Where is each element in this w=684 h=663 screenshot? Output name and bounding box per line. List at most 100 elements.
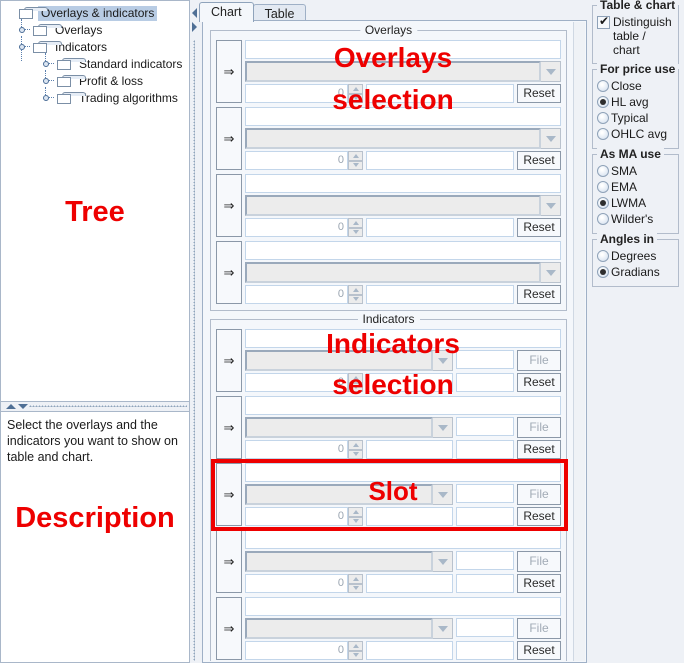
slot-apply-arrow-button[interactable]: ⇒ xyxy=(216,597,242,660)
slot-extra2-input[interactable] xyxy=(456,440,514,459)
radio-unselected-icon[interactable] xyxy=(597,181,609,193)
slot-parameter-input[interactable] xyxy=(366,440,453,459)
splitter-collapse-up-icon[interactable] xyxy=(6,404,16,409)
radio-unselected-icon[interactable] xyxy=(597,165,609,177)
spinner-down-icon[interactable] xyxy=(348,160,363,170)
spinner-value[interactable]: 0 xyxy=(245,218,348,237)
slot-apply-arrow-button[interactable]: ⇒ xyxy=(216,174,242,237)
slot-reset-button[interactable]: Reset xyxy=(517,84,561,103)
slot-parameter-input[interactable] xyxy=(366,641,453,660)
spinner-down-icon[interactable] xyxy=(348,93,363,103)
vertical-splitter[interactable] xyxy=(190,0,199,663)
slot-reset-button[interactable]: Reset xyxy=(517,507,561,526)
slot-spinner[interactable]: 0 xyxy=(245,641,363,660)
radio-option-lwma[interactable]: LWMA xyxy=(597,196,674,211)
slot-combo-box[interactable] xyxy=(245,195,561,216)
spinner-value[interactable]: 0 xyxy=(245,151,348,170)
chevron-down-icon[interactable] xyxy=(433,417,453,438)
slot-parameter-input[interactable] xyxy=(366,507,453,526)
slot-file-button[interactable]: File xyxy=(517,350,561,371)
tree-item[interactable]: Profit & loss xyxy=(5,69,187,90)
chevron-down-icon[interactable] xyxy=(541,262,561,283)
splitter-collapse-right-icon[interactable] xyxy=(192,22,197,32)
radio-option-wilder-s[interactable]: Wilder's xyxy=(597,212,674,227)
radio-option-sma[interactable]: SMA xyxy=(597,164,674,179)
radio-option-close[interactable]: Close xyxy=(597,79,674,94)
slot-parameter-input[interactable] xyxy=(366,84,514,103)
slot-extra-input[interactable] xyxy=(456,484,514,503)
spinner-up-icon[interactable] xyxy=(348,84,363,94)
spinner-down-icon[interactable] xyxy=(348,516,363,526)
checkbox-option-distinguish-table-chart[interactable]: Distinguish table / chart xyxy=(597,14,674,57)
spinner-down-icon[interactable] xyxy=(348,227,363,237)
radio-option-degrees[interactable]: Degrees xyxy=(597,249,674,264)
radio-option-ohlc-avg[interactable]: OHLC avg xyxy=(597,127,674,142)
spinner-buttons[interactable] xyxy=(348,507,363,526)
slot-spinner[interactable]: 0 xyxy=(245,574,363,593)
slot-spinner[interactable]: 0 xyxy=(245,218,363,237)
chevron-down-icon[interactable] xyxy=(541,61,561,82)
spinner-down-icon[interactable] xyxy=(348,449,363,459)
slot-combo-box[interactable] xyxy=(245,262,561,283)
spinner-down-icon[interactable] xyxy=(348,583,363,593)
slot-apply-arrow-button[interactable]: ⇒ xyxy=(216,463,242,526)
spinner-value[interactable]: 0 xyxy=(245,641,348,660)
spinner-buttons[interactable] xyxy=(348,151,363,170)
tree-item[interactable]: Overlays & indicators xyxy=(5,5,187,22)
spinner-down-icon[interactable] xyxy=(348,650,363,660)
slot-file-button[interactable]: File xyxy=(517,551,561,572)
slot-apply-arrow-button[interactable]: ⇒ xyxy=(216,107,242,170)
slot-spinner[interactable]: 0 xyxy=(245,373,363,392)
slot-apply-arrow-button[interactable]: ⇒ xyxy=(216,329,242,392)
tree-item[interactable]: Indicators xyxy=(5,35,187,61)
splitter-collapse-down-icon[interactable] xyxy=(18,404,28,409)
slot-combo-box[interactable] xyxy=(245,618,453,639)
slot-extra-input[interactable] xyxy=(456,618,514,637)
radio-unselected-icon[interactable] xyxy=(597,213,609,225)
slot-apply-arrow-button[interactable]: ⇒ xyxy=(216,530,242,593)
radio-selected-icon[interactable] xyxy=(597,197,609,209)
radio-option-gradians[interactable]: Gradians xyxy=(597,265,674,280)
slot-reset-button[interactable]: Reset xyxy=(517,218,561,237)
slot-reset-button[interactable]: Reset xyxy=(517,373,561,392)
tree-item[interactable]: Standard indicators xyxy=(5,52,187,73)
slot-extra-input[interactable] xyxy=(456,551,514,570)
chevron-down-icon[interactable] xyxy=(433,350,453,371)
radio-option-hl-avg[interactable]: HL avg xyxy=(597,95,674,110)
slot-combo-box[interactable] xyxy=(245,350,453,371)
radio-unselected-icon[interactable] xyxy=(597,250,609,262)
spinner-buttons[interactable] xyxy=(348,218,363,237)
spinner-up-icon[interactable] xyxy=(348,440,363,450)
slot-apply-arrow-button[interactable]: ⇒ xyxy=(216,241,242,304)
tree-item[interactable]: Overlays xyxy=(5,18,187,39)
spinner-down-icon[interactable] xyxy=(348,294,363,304)
slot-reset-button[interactable]: Reset xyxy=(517,285,561,304)
tab-chart[interactable]: Chart xyxy=(199,2,254,22)
radio-option-ema[interactable]: EMA xyxy=(597,180,674,195)
spinner-up-icon[interactable] xyxy=(348,285,363,295)
spinner-value[interactable]: 0 xyxy=(245,84,348,103)
slot-extra2-input[interactable] xyxy=(456,507,514,526)
slot-name-input[interactable] xyxy=(245,463,561,482)
slot-combo-box[interactable] xyxy=(245,61,561,82)
slot-parameter-input[interactable] xyxy=(366,218,514,237)
slot-apply-arrow-button[interactable]: ⇒ xyxy=(216,40,242,103)
spinner-value[interactable]: 0 xyxy=(245,440,348,459)
chevron-down-icon[interactable] xyxy=(541,128,561,149)
spinner-up-icon[interactable] xyxy=(348,641,363,651)
spinner-value[interactable]: 0 xyxy=(245,574,348,593)
slot-reset-button[interactable]: Reset xyxy=(517,574,561,593)
spinner-buttons[interactable] xyxy=(348,84,363,103)
spinner-up-icon[interactable] xyxy=(348,151,363,161)
slot-apply-arrow-button[interactable]: ⇒ xyxy=(216,396,242,459)
slot-extra2-input[interactable] xyxy=(456,641,514,660)
radio-unselected-icon[interactable] xyxy=(597,80,609,92)
tab-strip[interactable]: Chart Table xyxy=(199,2,307,22)
tree-collapse-handle-icon[interactable] xyxy=(43,86,57,107)
slot-file-button[interactable]: File xyxy=(517,618,561,639)
chevron-down-icon[interactable] xyxy=(541,195,561,216)
spinner-value[interactable]: 0 xyxy=(245,285,348,304)
slot-name-input[interactable] xyxy=(245,597,561,616)
slot-spinner[interactable]: 0 xyxy=(245,440,363,459)
slot-name-input[interactable] xyxy=(245,396,561,415)
